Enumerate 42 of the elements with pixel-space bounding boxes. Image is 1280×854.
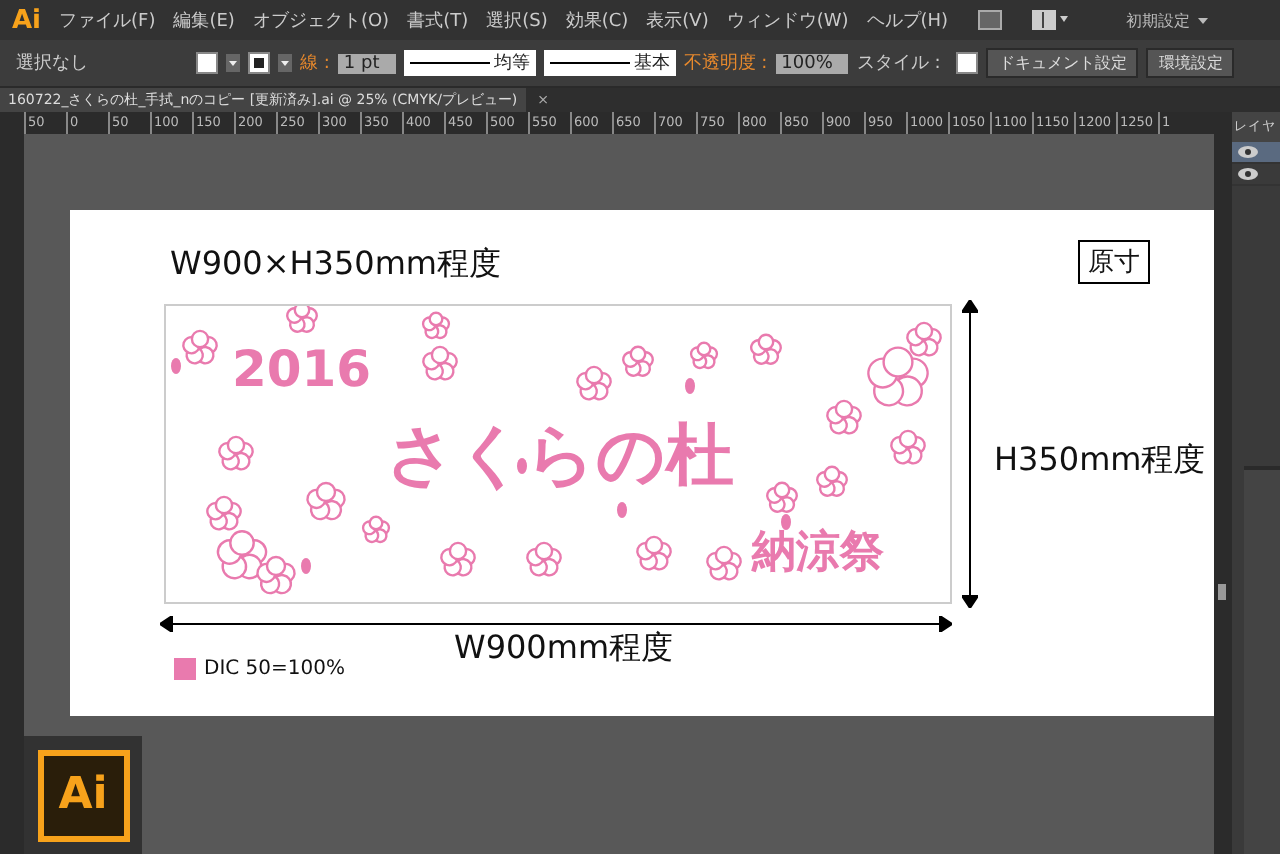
toolbar-button[interactable]: 環境設定: [1146, 48, 1235, 78]
dropdown-icon[interactable]: [226, 54, 240, 72]
eye-icon[interactable]: [1238, 168, 1258, 180]
menu-item[interactable]: 編集(E): [173, 7, 235, 33]
width-label: W900mm程度: [454, 628, 674, 670]
stroke-weight-field[interactable]: 1 pt: [337, 53, 396, 73]
menu-item[interactable]: 表示(V): [646, 7, 709, 33]
menu-item[interactable]: オブジェクト(O): [252, 7, 390, 33]
brush-dropdown[interactable]: 基本: [543, 50, 676, 76]
toolbar-button[interactable]: ドキュメント設定: [986, 48, 1139, 78]
app-logo[interactable]: Ai: [12, 5, 42, 35]
workspace-menu[interactable]: 初期設定: [1126, 9, 1190, 31]
app-logo-badge: Ai: [24, 736, 142, 854]
legend-text: DIC 50=100%: [204, 658, 346, 680]
stroke-label[interactable]: 線 :: [300, 50, 330, 76]
menu-item[interactable]: 効果(C): [565, 7, 629, 33]
stroke-profile-dropdown[interactable]: 均等: [403, 50, 536, 76]
stroke-swatch[interactable]: [248, 52, 270, 74]
menu-item[interactable]: 書式(T): [407, 7, 469, 33]
event-text: 納涼祭: [752, 526, 884, 582]
size-note: W900×H350mm程度: [170, 244, 502, 286]
height-label: H350mm程度: [994, 440, 1206, 482]
scrollbar[interactable]: [1214, 134, 1226, 854]
menu-item[interactable]: ヘルプ(H): [866, 7, 949, 33]
dropdown-icon[interactable]: [278, 54, 292, 72]
layout-icon[interactable]: [1032, 10, 1069, 30]
eye-icon[interactable]: [1238, 146, 1258, 158]
selection-label: 選択なし: [16, 51, 88, 76]
actual-size-label: 原寸: [1078, 240, 1150, 284]
fill-swatch[interactable]: [196, 52, 218, 74]
menu-item[interactable]: ファイル(F): [59, 7, 156, 33]
menu-item[interactable]: 選択(S): [486, 7, 548, 33]
opacity-field[interactable]: 100%: [775, 53, 849, 73]
style-label: スタイル :: [856, 52, 941, 76]
style-swatch[interactable]: [956, 52, 979, 74]
window-icon[interactable]: [978, 10, 1003, 30]
menu-item[interactable]: ウィンドウ(W): [726, 7, 849, 33]
caret-icon[interactable]: [1198, 17, 1208, 23]
banner-title: さくらの杜: [386, 414, 734, 500]
color-swatch: [174, 658, 196, 680]
year-text: 2016: [232, 340, 372, 398]
opacity-label[interactable]: 不透明度 :: [683, 50, 768, 76]
